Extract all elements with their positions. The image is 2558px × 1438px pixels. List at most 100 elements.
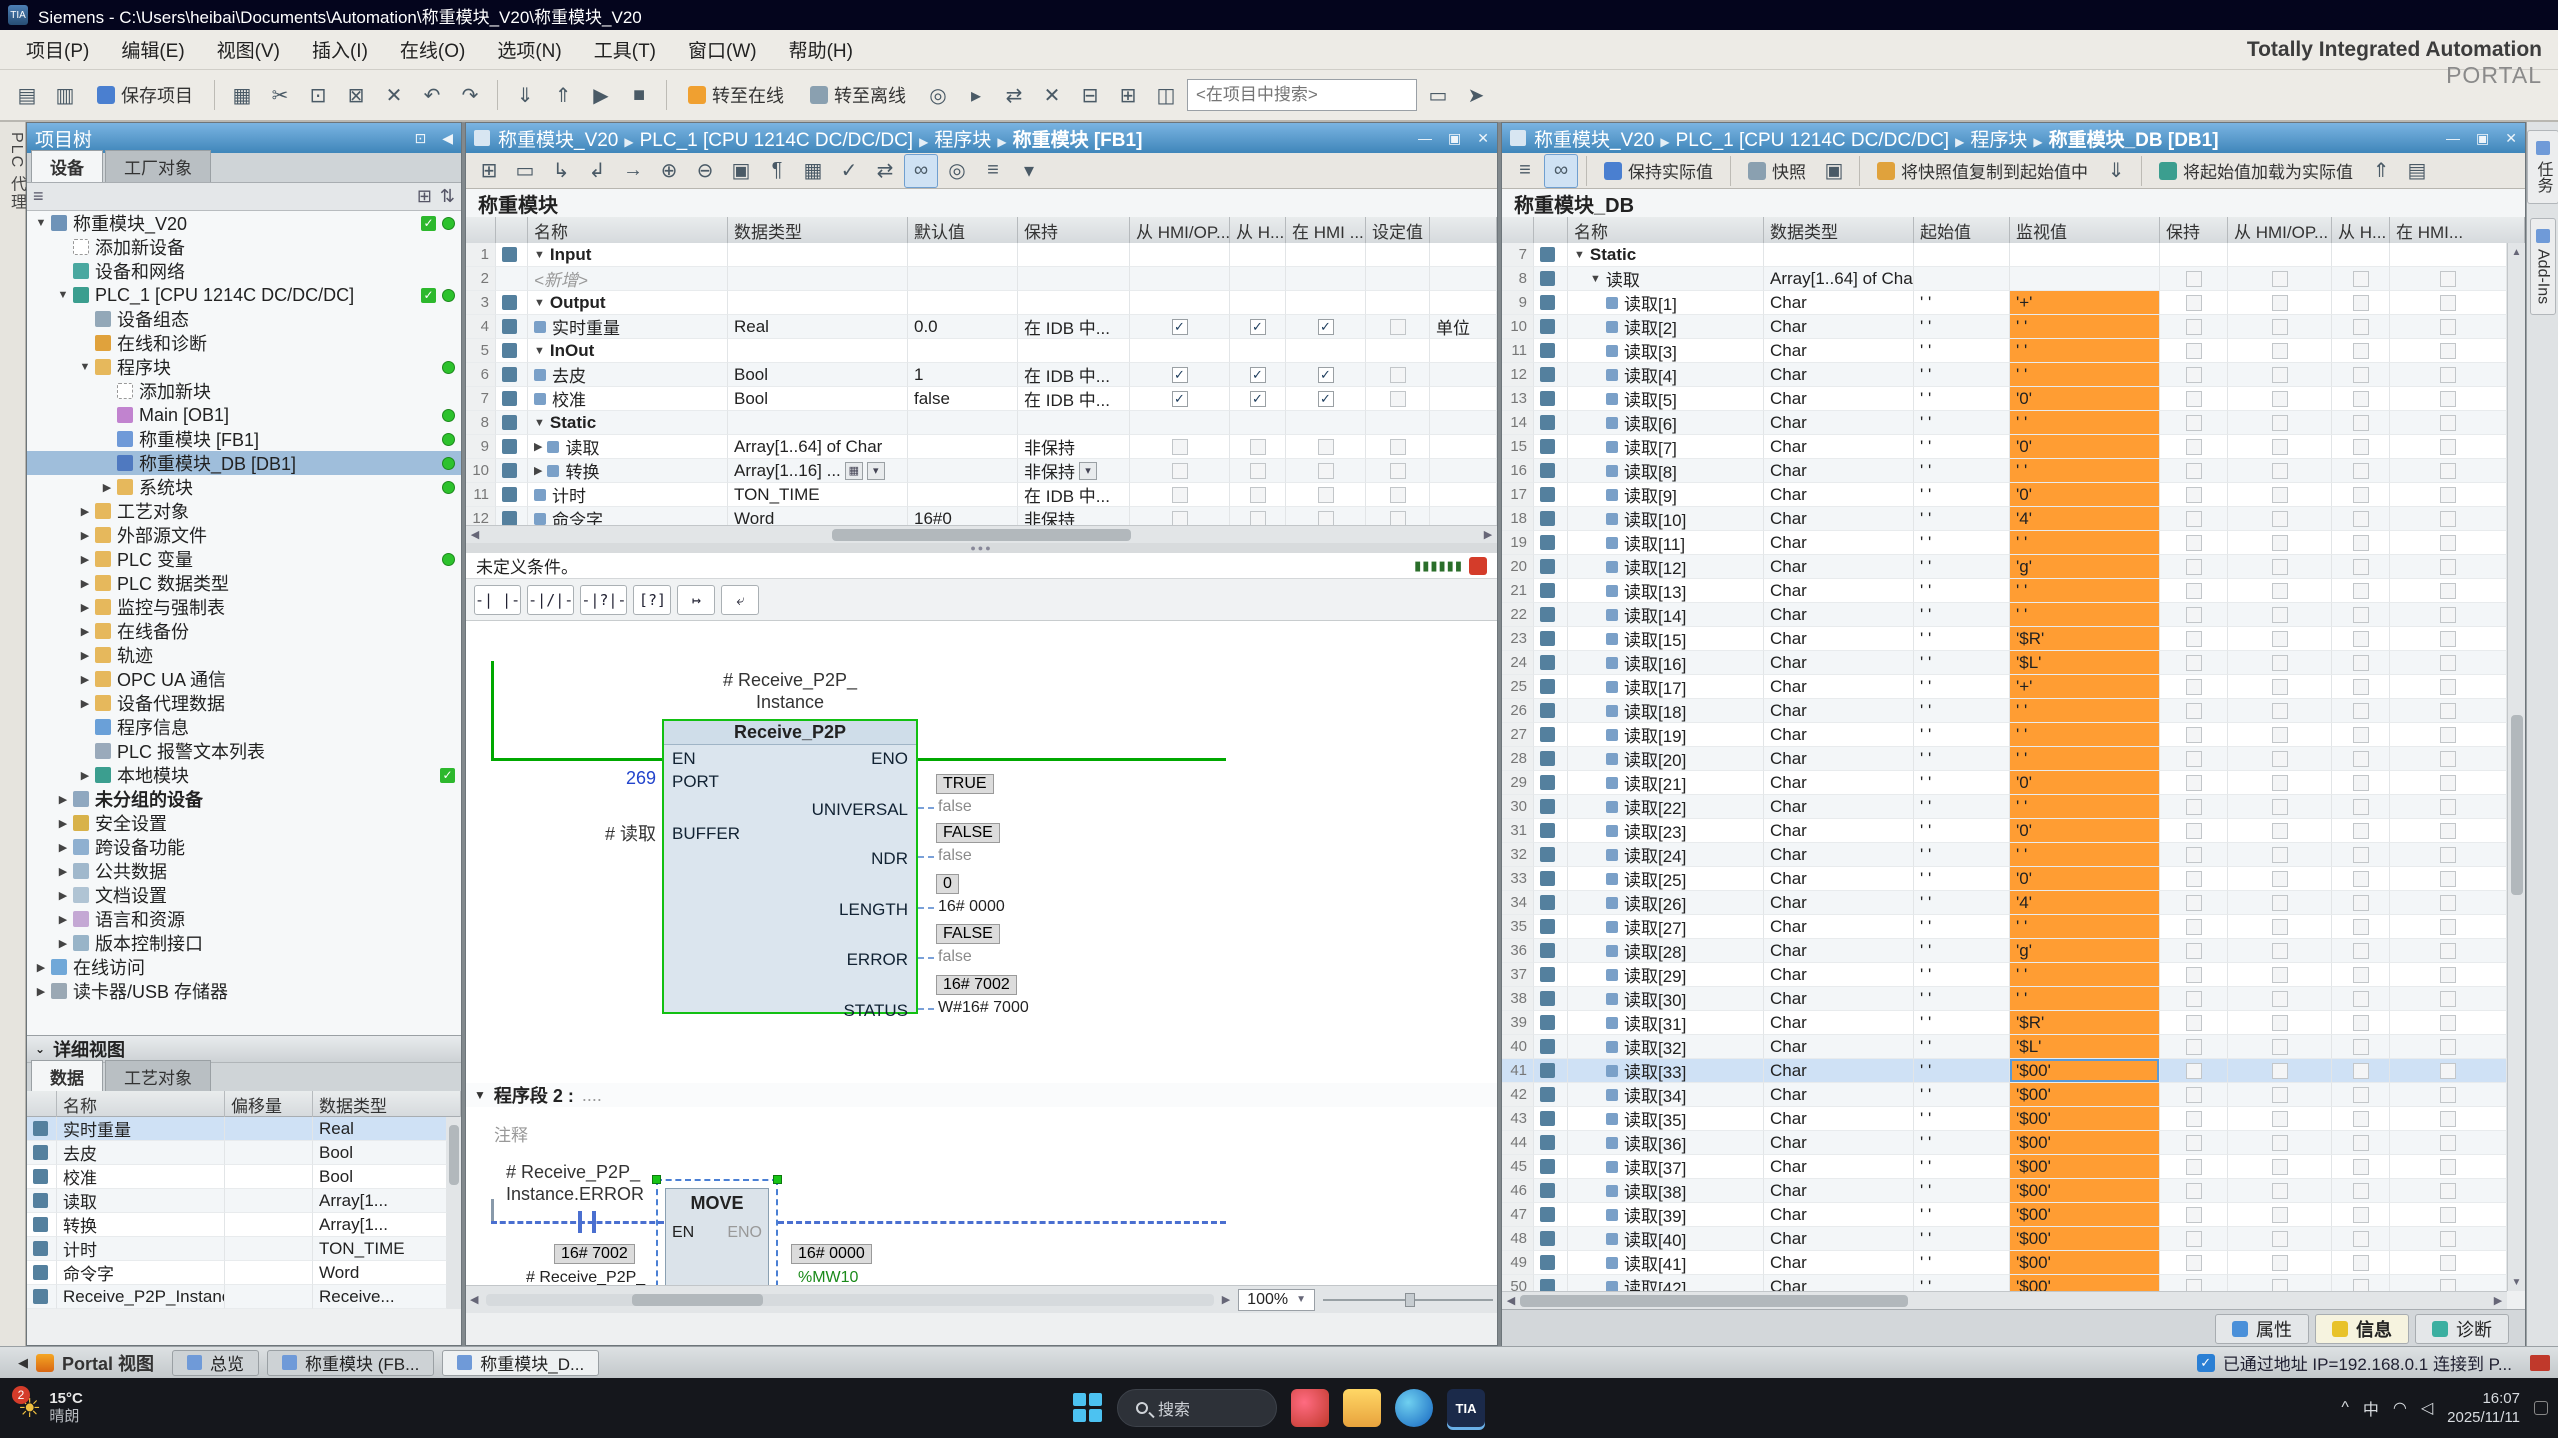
checkbox-icon[interactable]: [2353, 511, 2369, 527]
name-cell[interactable]: 读取[6]: [1568, 411, 1764, 435]
start-value-cell[interactable]: ' ': [1914, 843, 2010, 867]
checkbox-icon[interactable]: [2186, 487, 2202, 503]
checkbox-icon[interactable]: [2186, 415, 2202, 431]
ladder-element-[interactable]: ↦: [677, 585, 715, 615]
checkbox-cell[interactable]: [2332, 699, 2390, 723]
name-cell[interactable]: ▶读取: [528, 435, 728, 459]
keep-actual-values-button[interactable]: 保持实际值: [1595, 156, 1722, 186]
checkbox-cell[interactable]: [2228, 243, 2332, 267]
datatype-cell[interactable]: Char: [1764, 1203, 1914, 1227]
column-header[interactable]: 监视值: [2010, 217, 2160, 243]
checkbox-icon[interactable]: [2440, 415, 2456, 431]
checkbox-cell[interactable]: [2228, 819, 2332, 843]
menu-item[interactable]: 帮助(H): [773, 35, 869, 68]
menu-item[interactable]: 选项(N): [481, 35, 577, 68]
checkbox-icon[interactable]: [2272, 823, 2288, 839]
start-value-cell[interactable]: ' ': [1914, 1083, 2010, 1107]
db-row[interactable]: 19读取[11]Char' '' ': [1502, 531, 2507, 555]
tree-item[interactable]: ▶监控与强制表: [27, 595, 461, 619]
db-row[interactable]: 13读取[5]Char' ''0': [1502, 387, 2507, 411]
default-value-cell[interactable]: [908, 243, 1018, 267]
default-value-cell[interactable]: [908, 459, 1018, 483]
checkbox-icon[interactable]: [2353, 1063, 2369, 1079]
checkbox-cell[interactable]: ✓: [1130, 363, 1230, 387]
checkbox-icon[interactable]: [2440, 1231, 2456, 1247]
checkbox-cell[interactable]: [2390, 339, 2507, 363]
name-cell[interactable]: ▼Output: [528, 291, 728, 315]
expand-addresses-icon[interactable]: ▤: [2400, 154, 2434, 188]
checkbox-icon[interactable]: [2186, 799, 2202, 815]
checkbox-icon[interactable]: [2272, 511, 2288, 527]
maximize-editor-icon[interactable]: ▣: [1448, 130, 1461, 147]
name-cell[interactable]: ▼Static: [528, 411, 728, 435]
db-row[interactable]: 45读取[37]Char' ''$00': [1502, 1155, 2507, 1179]
empty-box-icon[interactable]: ▭: [508, 154, 542, 188]
default-value-cell[interactable]: [908, 339, 1018, 363]
start-value-cell[interactable]: ' ': [1914, 435, 2010, 459]
start-value-cell[interactable]: ' ': [1914, 459, 2010, 483]
tree-item[interactable]: Main [OB1]: [27, 403, 461, 427]
name-cell[interactable]: 读取[19]: [1568, 723, 1764, 747]
splitter-handle[interactable]: ●●●: [466, 543, 1497, 553]
call-structure-icon[interactable]: ≡: [976, 154, 1010, 188]
checkbox-cell[interactable]: [1286, 459, 1366, 483]
db-row[interactable]: 29读取[21]Char' ''0': [1502, 771, 2507, 795]
expander-icon[interactable]: ▶: [31, 961, 51, 974]
db-row[interactable]: 28读取[20]Char' '' ': [1502, 747, 2507, 771]
checkbox-icon[interactable]: [2353, 727, 2369, 743]
open-branch-icon[interactable]: ↳: [544, 154, 578, 188]
checkbox-cell[interactable]: [2332, 627, 2390, 651]
checkbox-icon[interactable]: [2186, 1255, 2202, 1271]
db-row[interactable]: 49读取[41]Char' ''$00': [1502, 1251, 2507, 1275]
checkbox-cell[interactable]: [2390, 771, 2507, 795]
checkbox-cell[interactable]: [1230, 435, 1286, 459]
datatype-cell[interactable]: Char: [1764, 939, 1914, 963]
retain-cell[interactable]: [1018, 291, 1130, 315]
start-value-cell[interactable]: ' ': [1914, 387, 2010, 411]
checkbox-icon[interactable]: [2353, 583, 2369, 599]
close-branch-icon[interactable]: ↲: [580, 154, 614, 188]
checkbox-cell[interactable]: [1230, 411, 1286, 435]
name-cell[interactable]: ▼Input: [528, 243, 728, 267]
comment-cell[interactable]: [1430, 267, 1497, 291]
checkbox-cell[interactable]: [2228, 1107, 2332, 1131]
checkbox-cell[interactable]: [2228, 987, 2332, 1011]
db-row[interactable]: 39读取[31]Char' ''$R': [1502, 1011, 2507, 1035]
scroll-left-icon[interactable]: ◀: [470, 1293, 478, 1306]
checkbox-cell[interactable]: [1286, 243, 1366, 267]
edge-browser-icon[interactable]: [1395, 1389, 1433, 1427]
checkbox-cell[interactable]: [2228, 1275, 2332, 1291]
checkbox-icon[interactable]: [2186, 823, 2202, 839]
name-cell[interactable]: 读取[30]: [1568, 987, 1764, 1011]
tree-item[interactable]: ▶版本控制接口: [27, 931, 461, 955]
detail-view-row[interactable]: 命令字Word: [27, 1261, 447, 1285]
datatype-cell[interactable]: Char: [1764, 291, 1914, 315]
upload-from-device-icon[interactable]: ⇑: [546, 78, 580, 112]
new-project-icon[interactable]: ▤: [10, 78, 44, 112]
minimize-editor-icon[interactable]: —: [1418, 130, 1432, 146]
checkbox-cell[interactable]: [1130, 243, 1230, 267]
name-cell[interactable]: 读取[9]: [1568, 483, 1764, 507]
checkbox-cell[interactable]: [2160, 411, 2228, 435]
column-header[interactable]: 从 HMI/OP...: [2228, 217, 2332, 243]
checkbox-icon[interactable]: [2440, 1135, 2456, 1151]
interface-row[interactable]: 2<新增>: [466, 267, 1497, 291]
checkbox-icon[interactable]: [2440, 535, 2456, 551]
checkbox-icon[interactable]: [2353, 919, 2369, 935]
checkbox-icon[interactable]: [2440, 847, 2456, 863]
interface-row[interactable]: 3▼Output: [466, 291, 1497, 315]
datatype-cell[interactable]: Char: [1764, 795, 1914, 819]
interface-row[interactable]: 11计时TON_TIME在 IDB 中...: [466, 483, 1497, 507]
checkbox-cell[interactable]: [2160, 1203, 2228, 1227]
expander-icon[interactable]: ▶: [53, 937, 73, 950]
checkbox-cell[interactable]: [2390, 1011, 2507, 1035]
datatype-cell[interactable]: Array[1..64] of Char: [1764, 267, 1914, 291]
checkbox-icon[interactable]: [2353, 1279, 2369, 1292]
checkbox-icon[interactable]: [2353, 271, 2369, 287]
checkbox-cell[interactable]: [2160, 1083, 2228, 1107]
tray-expand-icon[interactable]: ^: [2341, 1399, 2349, 1417]
checkbox-icon[interactable]: ✓: [1250, 319, 1266, 335]
checkbox-cell[interactable]: [2228, 843, 2332, 867]
datatype-cell[interactable]: Char: [1764, 1155, 1914, 1179]
paste-icon[interactable]: ⊠: [339, 78, 373, 112]
